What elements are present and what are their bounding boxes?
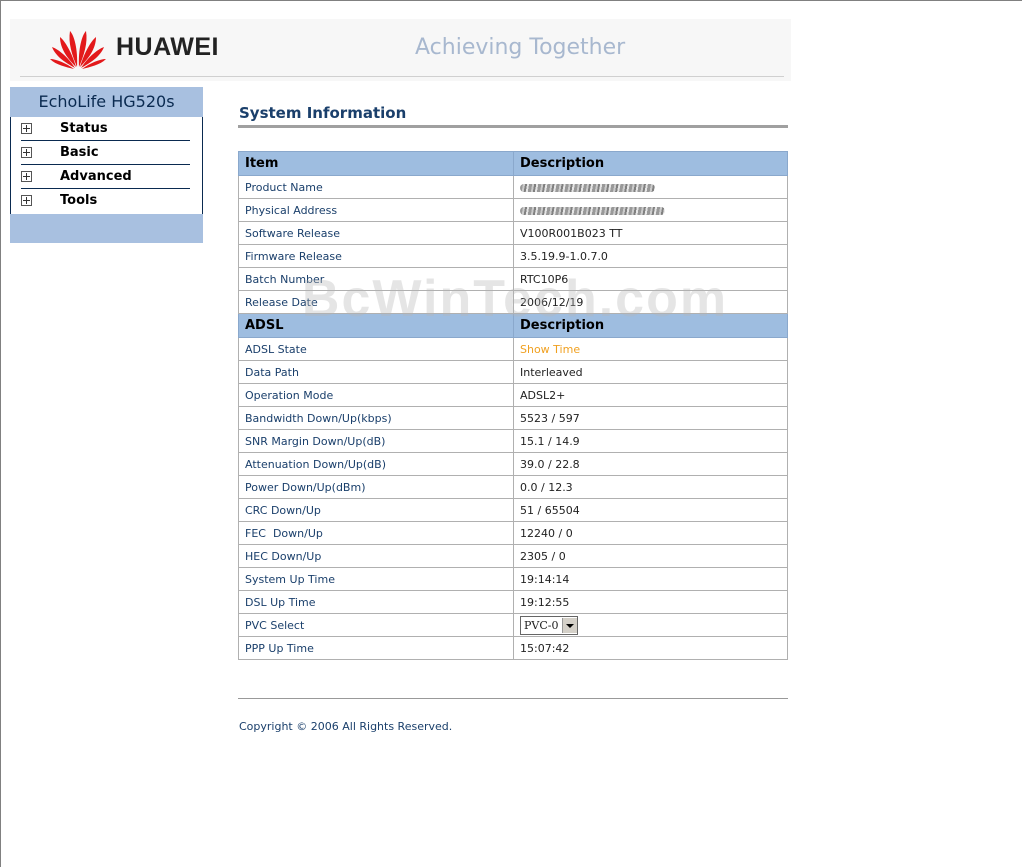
row-value: 51 / 65504 — [513, 498, 788, 522]
pvc-select-dropdown[interactable]: PVC-0 — [520, 615, 579, 635]
row-value: V100R001B023 TT — [513, 221, 788, 245]
column-header-description: Description — [513, 313, 788, 338]
row-label: Firmware Release — [238, 244, 514, 268]
row-label: Attenuation Down/Up(dB) — [238, 452, 514, 476]
row-value: 3.5.19.9-1.0.7.0 — [513, 244, 788, 268]
row-label: Physical Address — [238, 198, 514, 222]
table-row: System Up Time 19:14:14 — [238, 567, 788, 591]
row-value: RTC10P6 — [513, 267, 788, 291]
row-label: HEC Down/Up — [238, 544, 514, 568]
expand-plus-icon[interactable] — [21, 123, 32, 134]
huawei-logo-icon — [50, 31, 106, 69]
table-row: Bandwidth Down/Up(kbps) 5523 / 597 — [238, 406, 788, 430]
chevron-down-icon[interactable] — [562, 617, 578, 633]
row-label: Software Release — [238, 221, 514, 245]
row-label: ADSL State — [238, 337, 514, 361]
row-value: 2305 / 0 — [513, 544, 788, 568]
row-value: 19:14:14 — [513, 567, 788, 591]
table-row: Product Name — [238, 175, 788, 199]
sidebar-item-label[interactable]: Basic — [60, 145, 99, 160]
table-row: HEC Down/Up 2305 / 0 — [238, 544, 788, 568]
row-label: FEC Down/Up — [238, 521, 514, 545]
table-row: Physical Address — [238, 198, 788, 222]
table-row: Attenuation Down/Up(dB) 39.0 / 22.8 — [238, 452, 788, 476]
row-label: Operation Mode — [238, 383, 514, 407]
footer-divider — [238, 698, 788, 699]
sidebar-item-label[interactable]: Tools — [60, 193, 97, 208]
sidebar-item-status[interactable]: Status — [21, 117, 190, 141]
row-value: 15.1 / 14.9 — [513, 429, 788, 453]
sidebar-menu: Status Basic Advanced Tools — [10, 117, 203, 214]
table-row: Power Down/Up(dBm) 0.0 / 12.3 — [238, 475, 788, 499]
row-value: ADSL2+ — [513, 383, 788, 407]
row-label: System Up Time — [238, 567, 514, 591]
row-value: 2006/12/19 — [513, 290, 788, 314]
copyright-text: Copyright © 2006 All Rights Reserved. — [239, 720, 453, 733]
table-row: Software Release V100R001B023 TT — [238, 221, 788, 245]
brand-name: HUAWEI — [116, 33, 219, 61]
table-row: Batch Number RTC10P6 — [238, 267, 788, 291]
system-info-table: Item Description Product Name Physical A… — [238, 151, 788, 660]
table-row: PVC Select PVC-0 — [238, 613, 788, 637]
physical-address-value-redacted — [513, 198, 788, 222]
pvc-select-value[interactable]: PVC-0 — [524, 619, 558, 632]
table-row: DSL Up Time 19:12:55 — [238, 590, 788, 614]
column-header-adsl: ADSL — [238, 313, 514, 338]
table-row: FEC Down/Up 12240 / 0 — [238, 521, 788, 545]
slogan: Achieving Together — [415, 35, 626, 60]
sidebar-item-advanced[interactable]: Advanced — [21, 165, 190, 189]
header-banner: HUAWEI Achieving Together — [10, 19, 791, 81]
sidebar-footer — [10, 214, 203, 243]
row-label: CRC Down/Up — [238, 498, 514, 522]
row-value: 15:07:42 — [513, 636, 788, 660]
expand-plus-icon[interactable] — [21, 147, 32, 158]
pvc-select-cell: PVC-0 — [513, 613, 788, 637]
row-label: Bandwidth Down/Up(kbps) — [238, 406, 514, 430]
row-label: Product Name — [238, 175, 514, 199]
sidebar: EchoLife HG520s Status Basic Advanced To… — [10, 87, 203, 243]
page-title: System Information — [239, 104, 407, 122]
row-label: Power Down/Up(dBm) — [238, 475, 514, 499]
column-header-item: Item — [238, 151, 514, 176]
row-label: SNR Margin Down/Up(dB) — [238, 429, 514, 453]
table-row: Data Path Interleaved — [238, 360, 788, 384]
redacted-value — [520, 206, 665, 215]
header-divider — [20, 76, 784, 77]
row-label: PPP Up Time — [238, 636, 514, 660]
row-label: Release Date — [238, 290, 514, 314]
table-row: SNR Margin Down/Up(dB) 15.1 / 14.9 — [238, 429, 788, 453]
row-label: Data Path — [238, 360, 514, 384]
row-value: 39.0 / 22.8 — [513, 452, 788, 476]
table-row: Operation Mode ADSL2+ — [238, 383, 788, 407]
sidebar-item-label[interactable]: Advanced — [60, 169, 132, 184]
table-row: Firmware Release 3.5.19.9-1.0.7.0 — [238, 244, 788, 268]
table-row: Release Date 2006/12/19 — [238, 290, 788, 314]
row-value: 12240 / 0 — [513, 521, 788, 545]
title-divider — [238, 125, 788, 128]
expand-plus-icon[interactable] — [21, 195, 32, 206]
column-header-description: Description — [513, 151, 788, 176]
sidebar-item-label[interactable]: Status — [60, 121, 108, 136]
redacted-value — [520, 183, 655, 192]
row-label: PVC Select — [238, 613, 514, 637]
table-section-header-adsl: ADSL Description — [238, 313, 788, 338]
row-label: Batch Number — [238, 267, 514, 291]
row-label: DSL Up Time — [238, 590, 514, 614]
row-value: 19:12:55 — [513, 590, 788, 614]
row-value: 5523 / 597 — [513, 406, 788, 430]
sidebar-item-tools[interactable]: Tools — [21, 189, 190, 212]
expand-plus-icon[interactable] — [21, 171, 32, 182]
sidebar-item-basic[interactable]: Basic — [21, 141, 190, 165]
table-row: ADSL State Show Time — [238, 337, 788, 361]
table-row: CRC Down/Up 51 / 65504 — [238, 498, 788, 522]
device-model-title: EchoLife HG520s — [10, 87, 203, 117]
product-name-value-redacted — [513, 175, 788, 199]
row-value: Interleaved — [513, 360, 788, 384]
table-header-row: Item Description — [238, 151, 788, 176]
row-value: 0.0 / 12.3 — [513, 475, 788, 499]
table-row: PPP Up Time 15:07:42 — [238, 636, 788, 660]
adsl-state-value: Show Time — [513, 337, 788, 361]
